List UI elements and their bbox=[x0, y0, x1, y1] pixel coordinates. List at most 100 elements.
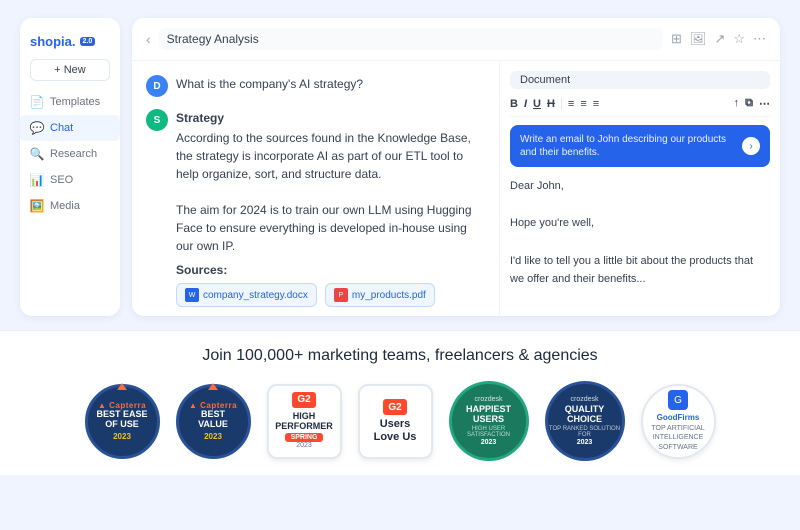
doc-line-4 bbox=[510, 233, 770, 252]
image-icon[interactable]: 🖼 bbox=[690, 31, 707, 47]
docx-icon: W bbox=[185, 288, 199, 302]
crozdesk-sub-1: HIGH USER SATISFACTION bbox=[452, 426, 526, 438]
capterra-value-badge: ▲ Capterra BESTVALUE 2023 bbox=[176, 384, 251, 459]
align-right-button[interactable]: ≡ bbox=[593, 98, 599, 110]
document-content: Dear John, Hope you're well, I'd like to… bbox=[510, 177, 770, 289]
response-body: According to the sources found in the Kn… bbox=[176, 131, 472, 253]
crozdesk-happiest-badge: crozdesk HAPPIESTUSERS HIGH USER SATISFA… bbox=[449, 381, 529, 461]
logo-text: shopia. bbox=[30, 34, 76, 49]
underline-button[interactable]: U bbox=[533, 98, 541, 110]
align-center-button[interactable]: ≡ bbox=[580, 98, 586, 110]
capterra-year-2: 2023 bbox=[204, 432, 222, 441]
back-button[interactable]: ‹ bbox=[146, 31, 151, 47]
user-message: D What is the company's AI strategy? bbox=[146, 75, 485, 97]
header-actions: ⊞ 🖼 ↗ ☆ ⋯ bbox=[671, 31, 766, 47]
g2-love-text: UsersLove Us bbox=[374, 418, 417, 442]
crozdesk-sub-2: TOP RANKED SOLUTION FOR bbox=[548, 426, 622, 438]
crozdesk-year-2: 2023 bbox=[577, 439, 593, 446]
docx-filename: company_strategy.docx bbox=[203, 290, 308, 301]
goodfirms-logo: GoodFirms bbox=[657, 413, 700, 422]
breadcrumb-input[interactable] bbox=[159, 28, 663, 50]
grid-icon[interactable]: ⊞ bbox=[671, 31, 682, 47]
main-header: ‹ ⊞ 🖼 ↗ ☆ ⋯ bbox=[132, 18, 780, 61]
crozdesk-quality-badge: crozdesk QUALITYCHOICE TOP RANKED SOLUTI… bbox=[545, 381, 625, 461]
strikethrough-button[interactable]: H bbox=[547, 98, 555, 110]
toolbar-right-actions: ↑ ⧉ ⋯ bbox=[734, 97, 770, 110]
source-file-pdf[interactable]: P my_products.pdf bbox=[325, 283, 435, 307]
sidebar-item-media[interactable]: 🖼️ Media bbox=[20, 193, 120, 219]
doc-line-3: Hope you're well, bbox=[510, 214, 770, 233]
goodfirms-text: TOP ARTIFICIALINTELLIGENCESOFTWARE bbox=[651, 424, 704, 451]
response-title: Strategy bbox=[176, 109, 485, 127]
share-icon[interactable]: ↗ bbox=[714, 31, 725, 47]
g2-year-1: 2023 bbox=[296, 442, 312, 450]
goodfirms-badge: G GoodFirms TOP ARTIFICIALINTELLIGENCESO… bbox=[641, 384, 716, 459]
chat-icon: 💬 bbox=[30, 121, 44, 135]
user-message-text: What is the company's AI strategy? bbox=[176, 75, 363, 93]
sidebar-item-templates[interactable]: 📄 Templates bbox=[20, 89, 120, 115]
g2-main-1: HighPerformer bbox=[275, 411, 333, 431]
g2-logo-1: G2 bbox=[292, 392, 316, 408]
sidebar-item-seo[interactable]: 📊 SEO bbox=[20, 167, 120, 193]
g2-users-love-badge: G2 UsersLove Us bbox=[358, 384, 433, 459]
user-avatar: D bbox=[146, 75, 168, 97]
ai-input-text: Write an email to John describing our pr… bbox=[520, 133, 736, 159]
sidebar-item-label: Research bbox=[50, 148, 97, 160]
doc-line-1: Dear John, bbox=[510, 177, 770, 196]
marketing-section: Join 100,000+ marketing teams, freelance… bbox=[0, 330, 800, 475]
badges-row: ▲ Capterra BEST EASEOF USE 2023 ▲ Capter… bbox=[20, 381, 780, 461]
capterra-year-1: 2023 bbox=[113, 432, 131, 441]
bold-button[interactable]: B bbox=[510, 98, 518, 110]
sidebar: shopia. 2.0 + New 📄 Templates 💬 Chat 🔍 R… bbox=[20, 18, 120, 316]
italic-button[interactable]: I bbox=[524, 98, 527, 110]
crozdesk-main-2: QUALITYCHOICE bbox=[565, 405, 605, 425]
sidebar-item-label: SEO bbox=[50, 174, 73, 186]
crozdesk-logo-1: crozdesk bbox=[474, 396, 502, 403]
ai-avatar: S bbox=[146, 109, 168, 131]
media-icon: 🖼️ bbox=[30, 199, 44, 213]
document-tab[interactable]: Document bbox=[510, 71, 770, 89]
more-doc-button[interactable]: ⋯ bbox=[759, 97, 770, 110]
sidebar-item-label: Media bbox=[50, 200, 80, 212]
goodfirms-icon: G bbox=[668, 390, 688, 410]
doc-line-2 bbox=[510, 196, 770, 215]
more-icon[interactable]: ⋯ bbox=[753, 31, 766, 47]
logo-badge: 2.0 bbox=[80, 37, 96, 46]
chat-panel: D What is the company's AI strategy? S S… bbox=[132, 61, 500, 316]
ai-send-button[interactable]: › bbox=[742, 137, 760, 155]
sidebar-item-label: Templates bbox=[50, 96, 100, 108]
logo-area: shopia. 2.0 bbox=[20, 28, 120, 59]
app-section: shopia. 2.0 + New 📄 Templates 💬 Chat 🔍 R… bbox=[0, 0, 800, 330]
capterra-ease-badge: ▲ Capterra BEST EASEOF USE 2023 bbox=[85, 384, 160, 459]
ai-response-text: Strategy According to the sources found … bbox=[176, 109, 485, 255]
sidebar-item-chat[interactable]: 💬 Chat bbox=[20, 115, 120, 141]
crozdesk-logo-2: crozdesk bbox=[570, 396, 598, 403]
sources-label: Sources: bbox=[176, 263, 485, 277]
cap-arrow-2 bbox=[208, 383, 218, 390]
sidebar-item-research[interactable]: 🔍 Research bbox=[20, 141, 120, 167]
copy-button[interactable]: ⧉ bbox=[745, 97, 753, 110]
star-icon[interactable]: ☆ bbox=[733, 31, 745, 47]
new-button[interactable]: + New bbox=[30, 59, 110, 81]
toolbar-separator bbox=[561, 98, 562, 110]
crozdesk-year-1: 2023 bbox=[481, 439, 497, 446]
align-left-button[interactable]: ≡ bbox=[568, 98, 574, 110]
seo-icon: 📊 bbox=[30, 173, 44, 187]
crozdesk-main-1: HAPPIESTUSERS bbox=[466, 405, 511, 425]
pdf-icon: P bbox=[334, 288, 348, 302]
main-content-area: ‹ ⊞ 🖼 ↗ ☆ ⋯ D What is the company's AI s… bbox=[132, 18, 780, 316]
marketing-title: Join 100,000+ marketing teams, freelance… bbox=[20, 347, 780, 365]
capterra-main-1: BEST EASEOF USE bbox=[96, 410, 147, 430]
cap-arrow-1 bbox=[117, 383, 127, 390]
ai-message: S Strategy According to the sources foun… bbox=[146, 109, 485, 307]
doc-line-5: I'd like to tell you a little bit about … bbox=[510, 252, 770, 289]
chat-body: D What is the company's AI strategy? S S… bbox=[132, 61, 780, 316]
source-files: W company_strategy.docx P my_products.pd… bbox=[176, 283, 485, 307]
share-doc-button[interactable]: ↑ bbox=[734, 97, 740, 110]
g2-season-1: SPRING bbox=[285, 433, 324, 442]
templates-icon: 📄 bbox=[30, 95, 44, 109]
capterra-main-2: BESTVALUE bbox=[198, 410, 228, 430]
research-icon: 🔍 bbox=[30, 147, 44, 161]
source-file-docx[interactable]: W company_strategy.docx bbox=[176, 283, 317, 307]
ai-input-box[interactable]: Write an email to John describing our pr… bbox=[510, 125, 770, 167]
